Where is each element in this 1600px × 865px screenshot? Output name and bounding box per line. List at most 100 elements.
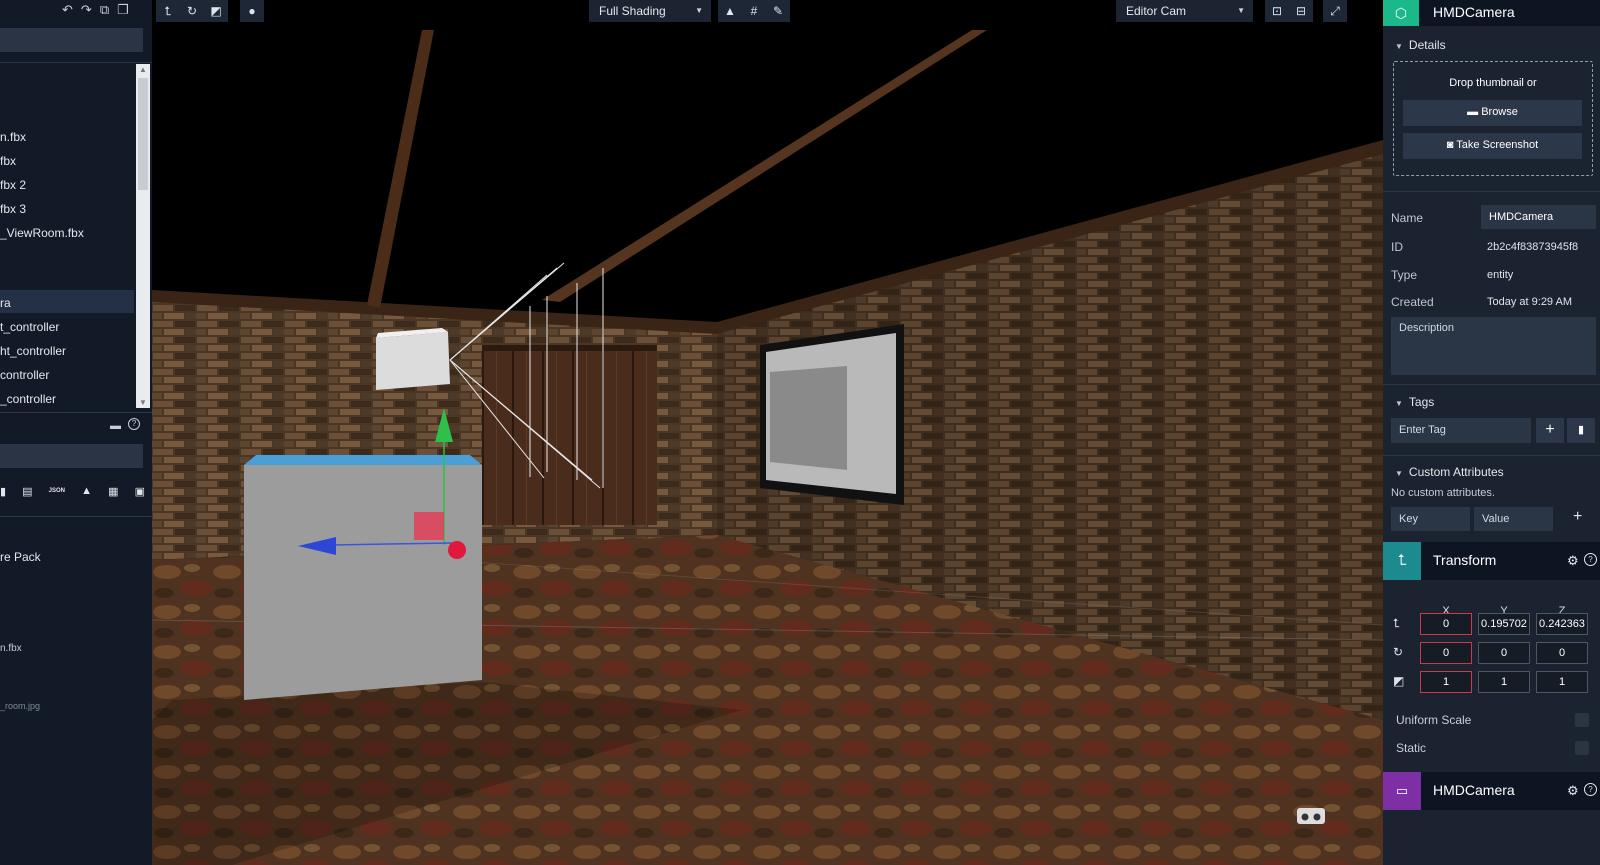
- left-toolbar: ↶ ↷ ⧉ ❐: [62, 2, 129, 18]
- asset-thumb-caption[interactable]: _room.jpg: [0, 701, 40, 711]
- triangle-down-icon: ▼: [1395, 469, 1403, 478]
- browse-button[interactable]: ▬ Browse: [1403, 100, 1582, 126]
- triangle-down-icon: ▼: [1395, 399, 1403, 408]
- value-input[interactable]: Value: [1474, 507, 1553, 531]
- static-checkbox[interactable]: [1575, 741, 1589, 755]
- add-attribute-plus-icon[interactable]: +: [1573, 508, 1582, 526]
- scene-render: [152, 0, 1383, 865]
- divider: [0, 516, 152, 517]
- divider: [0, 412, 152, 413]
- tree-item[interactable]: _ViewRoom.fbx: [0, 226, 84, 240]
- add-tag-button[interactable]: +: [1536, 418, 1564, 443]
- json-icon[interactable]: JSON: [49, 488, 65, 494]
- undo-icon[interactable]: ↶: [62, 2, 73, 18]
- divider: [1383, 191, 1600, 192]
- tree-item[interactable]: fbx: [0, 154, 16, 168]
- focus-icon[interactable]: ⊡: [1265, 0, 1289, 22]
- plus-icon: +: [1545, 421, 1555, 438]
- scale-x-field[interactable]: 1: [1420, 671, 1472, 693]
- entity-title: HMDCamera: [1433, 4, 1515, 20]
- help-icon[interactable]: ?: [1584, 783, 1597, 796]
- rotation-z-field[interactable]: 0: [1536, 642, 1588, 664]
- delete-icon[interactable]: ▮: [0, 485, 6, 498]
- type-value: entity: [1487, 269, 1514, 281]
- rotate-tool-icon[interactable]: ↻: [180, 0, 204, 22]
- help-icon[interactable]: ?: [1584, 553, 1597, 566]
- tree-item[interactable]: _controller: [0, 392, 56, 406]
- scale-tool-icon[interactable]: ◩: [204, 0, 228, 22]
- scale-icon: ◩: [1393, 674, 1405, 688]
- custom-attributes-label: Custom Attributes: [1408, 465, 1504, 479]
- grid-icon[interactable]: #: [742, 0, 766, 22]
- position-icon: ⮤: [1393, 616, 1401, 630]
- shading-dropdown[interactable]: Full Shading ▼: [589, 0, 711, 22]
- type-label: Type: [1391, 268, 1418, 282]
- vr-headset-icon: ▭: [1383, 772, 1421, 810]
- position-y-field[interactable]: 0.195702: [1478, 613, 1530, 635]
- assets-toolbar: ▮ ▤ JSON ▲ ▦ ▣: [0, 484, 145, 498]
- entity-hexagon-icon: ⬡: [1383, 0, 1419, 26]
- gear-icon[interactable]: ⚙: [1567, 783, 1579, 799]
- screenshot-label: Take Screenshot: [1456, 139, 1539, 151]
- hierarchy-scrollbar[interactable]: ▲ ▼: [136, 64, 150, 408]
- transform-title: Transform: [1433, 552, 1497, 568]
- tags-section-header[interactable]: ▼ Tags: [1395, 395, 1434, 409]
- grid-icon[interactable]: ▣: [135, 485, 145, 498]
- details-label: Details: [1408, 38, 1446, 52]
- scene-viewport[interactable]: ⮤ ↻ ◩ ● Full Shading ▼ ▲ # ✎ Editor Cam …: [152, 0, 1383, 865]
- created-label: Created: [1391, 295, 1434, 309]
- translate-tool-icon[interactable]: ⮤: [156, 0, 180, 22]
- divider: [0, 62, 152, 63]
- help-icon[interactable]: ?: [128, 418, 140, 430]
- tree-item-selected[interactable]: ra: [0, 296, 11, 310]
- position-x-field[interactable]: 0: [1420, 613, 1472, 635]
- image-icon[interactable]: ▲: [81, 485, 92, 497]
- comment-icon[interactable]: ▤: [22, 485, 32, 498]
- details-section-header[interactable]: ▼ Details: [1395, 38, 1446, 52]
- tree-item[interactable]: fbx 2: [0, 178, 26, 192]
- gear-icon[interactable]: ⚙: [1567, 553, 1579, 569]
- tag-input[interactable]: Enter Tag: [1391, 418, 1531, 443]
- static-label: Static: [1396, 741, 1427, 755]
- left-panel: ↶ ↷ ⧉ ❐ ▲ ▼ n.fbx fbx fbx 2 fbx 3 _ViewR…: [0, 0, 152, 865]
- name-input[interactable]: HMDCamera: [1481, 205, 1596, 229]
- no-custom-text: No custom attributes.: [1391, 487, 1495, 499]
- frame-icon[interactable]: ⊟: [1289, 0, 1313, 22]
- uniform-scale-checkbox[interactable]: [1575, 713, 1589, 727]
- custom-attributes-section-header[interactable]: ▼ Custom Attributes: [1395, 465, 1504, 479]
- scale-y-field[interactable]: 1: [1478, 671, 1530, 693]
- duplicate-icon[interactable]: ⧉: [100, 2, 109, 18]
- id-value: 2b2c4f83873945f8: [1487, 241, 1579, 253]
- scale-z-field[interactable]: 1: [1536, 671, 1588, 693]
- delete-tag-button[interactable]: ▮: [1567, 418, 1595, 443]
- key-input[interactable]: Key: [1391, 507, 1470, 531]
- tree-item[interactable]: controller: [0, 368, 49, 382]
- position-z-field[interactable]: 0.242363: [1536, 613, 1588, 635]
- folder-icon[interactable]: ▬: [110, 420, 121, 432]
- layout-icon[interactable]: ▦: [108, 485, 118, 498]
- tree-item[interactable]: ht_controller: [0, 344, 66, 358]
- tree-item[interactable]: n.fbx: [0, 130, 26, 144]
- browse-label: Browse: [1481, 106, 1518, 118]
- landscape-icon[interactable]: ▲: [718, 0, 742, 22]
- take-screenshot-button[interactable]: ◙ Take Screenshot: [1403, 133, 1582, 159]
- shading-dropdown-value: Full Shading: [599, 4, 666, 18]
- rotation-x-field[interactable]: 0: [1420, 642, 1472, 664]
- copy-icon[interactable]: ❐: [117, 2, 129, 18]
- camera-dropdown-value: Editor Cam: [1126, 4, 1187, 18]
- camera-dropdown[interactable]: Editor Cam ▼: [1116, 0, 1253, 22]
- magic-wand-icon[interactable]: ✎: [766, 0, 790, 22]
- asset-item[interactable]: re Pack: [0, 550, 41, 564]
- description-textarea[interactable]: Description: [1391, 317, 1596, 375]
- redo-icon[interactable]: ↷: [81, 2, 92, 18]
- triangle-down-icon: ▼: [1395, 42, 1403, 51]
- maximize-icon[interactable]: ⤢: [1323, 0, 1347, 22]
- rotation-y-field[interactable]: 0: [1478, 642, 1530, 664]
- globe-icon[interactable]: ●: [240, 0, 264, 22]
- assets-search-input[interactable]: [0, 444, 143, 468]
- tree-selected-highlight: [0, 290, 134, 313]
- tree-item[interactable]: fbx 3: [0, 202, 26, 216]
- hierarchy-search-input[interactable]: [0, 28, 143, 52]
- tree-item[interactable]: t_controller: [0, 320, 59, 334]
- asset-item[interactable]: n.fbx: [0, 643, 22, 654]
